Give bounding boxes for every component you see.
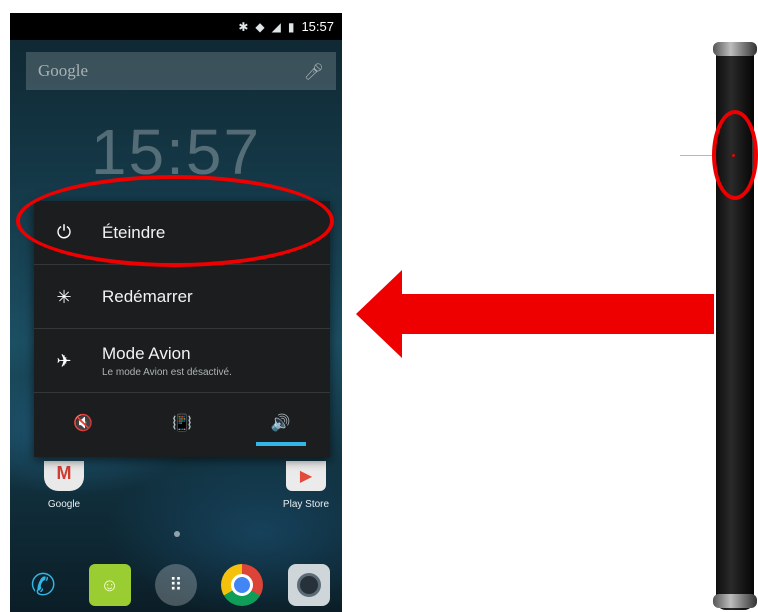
phone-top-cap: [713, 42, 757, 56]
app-drawer-icon[interactable]: ⠿: [154, 564, 197, 606]
chrome-icon[interactable]: [221, 564, 264, 606]
bluetooth-icon: ✱: [238, 19, 249, 34]
menu-item-sublabel: Le mode Avion est désactivé.: [102, 367, 232, 378]
play-store-icon: [286, 461, 326, 491]
app-label: Google: [47, 499, 81, 510]
phone-side-view: [680, 20, 758, 612]
power-icon: ⏻: [56, 222, 72, 242]
power-key-highlight-ellipse: [712, 110, 758, 200]
menu-item-label: Éteindre: [102, 222, 166, 242]
arrow-shape: [356, 270, 714, 358]
status-time: 15:57: [301, 19, 334, 34]
power-menu-dialog: ⏻ Éteindre ✳ Redémarrer ✈ Mode Avion Le …: [34, 201, 330, 457]
search-placeholder: Google: [38, 61, 89, 80]
dock: ✆ ☺ ⠿: [10, 558, 342, 612]
red-arrow: [356, 270, 714, 358]
app-label: Play Store: [282, 499, 330, 510]
silent-glyph: 🔇: [73, 414, 94, 432]
active-indicator: [255, 441, 306, 446]
phone-screen: ✱ ◆ ◢ ▮ 15:57 Google 🎤︎ 15:57 Google Pla…: [10, 13, 342, 612]
airplane-icon: ✈: [56, 350, 72, 371]
microphone-icon[interactable]: 🎤︎: [304, 62, 324, 81]
sound-on-icon[interactable]: 🔊: [251, 406, 311, 446]
page-indicator: [174, 531, 180, 537]
phone-bottom-cap: [713, 594, 757, 608]
camera-icon[interactable]: [287, 564, 330, 606]
menu-item-label: Mode Avion: [102, 344, 191, 363]
app-play-store[interactable]: Play Store: [272, 461, 340, 510]
status-bar: ✱ ◆ ◢ ▮ 15:57: [10, 13, 342, 40]
app-google[interactable]: Google: [34, 461, 94, 510]
silent-icon[interactable]: 🔇: [53, 406, 113, 446]
wifi-icon: ◆: [255, 19, 265, 34]
phone-icon[interactable]: ✆: [22, 564, 64, 606]
clock-widget: 15:57: [90, 116, 262, 188]
signal-icon: ◢: [271, 19, 281, 34]
battery-icon: ▮: [287, 19, 295, 34]
sound-mode-row: 🔇 📳 🔊: [34, 394, 330, 457]
menu-item-label: Redémarrer: [102, 287, 193, 306]
gmail-icon: [44, 461, 84, 491]
messaging-icon[interactable]: ☺: [88, 564, 131, 606]
menu-item-power-off[interactable]: ⏻ Éteindre: [34, 201, 330, 265]
menu-item-airplane-mode[interactable]: ✈ Mode Avion Le mode Avion est désactivé…: [34, 330, 330, 393]
menu-item-reboot[interactable]: ✳ Redémarrer: [34, 266, 330, 329]
google-search-bar[interactable]: Google 🎤︎: [26, 52, 336, 90]
reboot-icon: ✳: [56, 286, 72, 307]
vibrate-glyph: 📳: [172, 414, 192, 432]
sound-on-glyph: 🔊: [270, 414, 291, 432]
vibrate-icon[interactable]: 📳: [152, 406, 212, 446]
